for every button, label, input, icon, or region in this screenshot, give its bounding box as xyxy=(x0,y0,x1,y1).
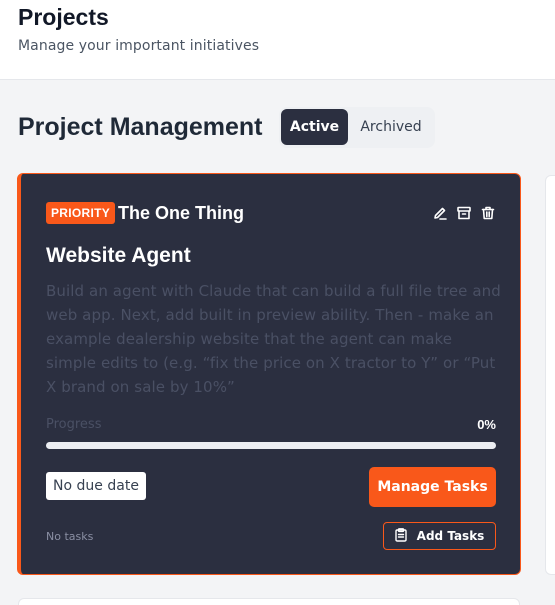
section-title: Project Management xyxy=(18,113,263,141)
project-name: Website Agent xyxy=(46,244,191,267)
progress-bar xyxy=(46,442,496,449)
due-date-badge: No due date xyxy=(46,472,146,500)
tasks-status: No tasks xyxy=(46,530,94,543)
progress-label: Progress xyxy=(46,417,102,432)
project-tag: The One Thing xyxy=(118,203,244,223)
priority-badge: PRIORITY xyxy=(46,202,116,224)
progress-value: 0% xyxy=(477,417,496,432)
tab-active[interactable]: Active xyxy=(281,109,348,145)
clipboard-icon xyxy=(394,527,407,545)
add-tasks-label: Add Tasks xyxy=(416,529,485,543)
page-subtitle: Manage your important initiatives xyxy=(18,38,260,54)
manage-tasks-button[interactable]: Manage Tasks xyxy=(369,467,496,507)
archive-icon[interactable] xyxy=(455,204,473,222)
page-title: Projects xyxy=(18,4,109,30)
card-actions xyxy=(431,204,497,222)
trash-icon[interactable] xyxy=(479,204,497,222)
next-project-card xyxy=(545,175,555,575)
project-card: PRIORITY The One Thing Website Agent Bui… xyxy=(17,173,521,575)
status-tabs: Active Archived xyxy=(279,107,435,148)
project-description: Build an agent with Claude that can buil… xyxy=(46,282,501,396)
edit-icon[interactable] xyxy=(431,204,449,222)
page-header: Projects Manage your important initiativ… xyxy=(0,0,555,80)
add-tasks-button[interactable]: Add Tasks xyxy=(383,522,496,550)
tab-archived[interactable]: Archived xyxy=(351,109,431,145)
next-row-card xyxy=(18,598,520,605)
